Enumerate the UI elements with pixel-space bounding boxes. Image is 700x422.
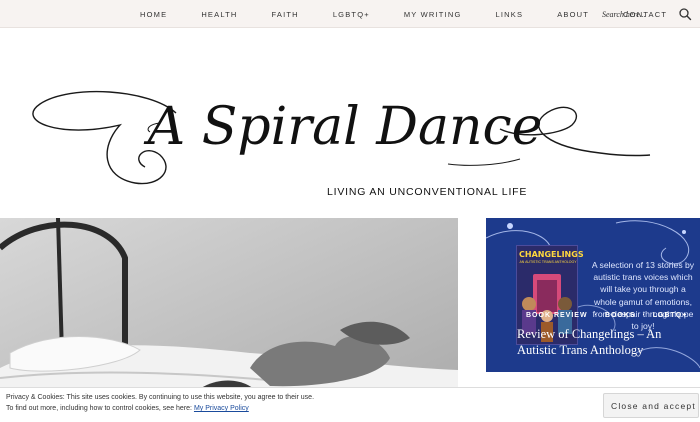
cookie-line-1: Privacy & Cookies: This site uses cookie… — [6, 394, 315, 401]
nav-health[interactable]: HEALTH — [201, 10, 237, 19]
cookie-line-2: To find out more, including how to contr… — [6, 403, 314, 414]
site-tagline: LIVING AN UNCONVENTIONAL LIFE — [327, 186, 528, 198]
cookie-message: Privacy & Cookies: This site uses cookie… — [6, 392, 314, 414]
category-separator: · — [594, 312, 598, 319]
nav-home[interactable]: HOME — [140, 10, 167, 19]
page: HOME HEALTH FAITH LGBTQ+ MY WRITING LINK… — [0, 0, 700, 422]
site-title: A Spiral Dance — [144, 97, 543, 157]
nav-lgbtq[interactable]: LGBTQ+ — [333, 10, 370, 19]
category-books[interactable]: BOOKS — [605, 312, 636, 319]
search-input[interactable]: Search here... — [602, 6, 666, 22]
cookie-line-2-text: To find out more, including how to contr… — [6, 405, 192, 412]
nav-links[interactable]: LINKS — [496, 10, 524, 19]
book-blurb: A selection of 13 stories by autistic tr… — [591, 260, 695, 332]
close-and-accept-button[interactable]: Close and accept — [603, 393, 699, 418]
site-header: A Spiral Dance LIVING AN UNCONVENTIONAL … — [0, 29, 700, 218]
search-icon[interactable] — [678, 7, 692, 21]
category-lgbtq[interactable]: LGBTQ+ — [653, 312, 688, 319]
cookie-banner: Privacy & Cookies: This site uses cookie… — [0, 387, 700, 422]
post-title-link[interactable]: Review of Changelings – An Autistic Tran… — [517, 326, 695, 358]
privacy-policy-link[interactable]: My Privacy Policy — [194, 405, 249, 412]
nav-about[interactable]: ABOUT — [557, 10, 589, 19]
category-separator: · — [642, 312, 646, 319]
nav-my-writing[interactable]: MY WRITING — [404, 10, 462, 19]
nav-faith[interactable]: FAITH — [272, 10, 299, 19]
top-nav-bar: HOME HEALTH FAITH LGBTQ+ MY WRITING LINK… — [0, 0, 700, 28]
post-categories: BOOK REVIEW · BOOKS · LGBTQ+ — [526, 312, 691, 319]
book-cover-title: CHANGELINGS — [519, 250, 584, 259]
category-book-review[interactable]: BOOK REVIEW — [526, 312, 588, 319]
